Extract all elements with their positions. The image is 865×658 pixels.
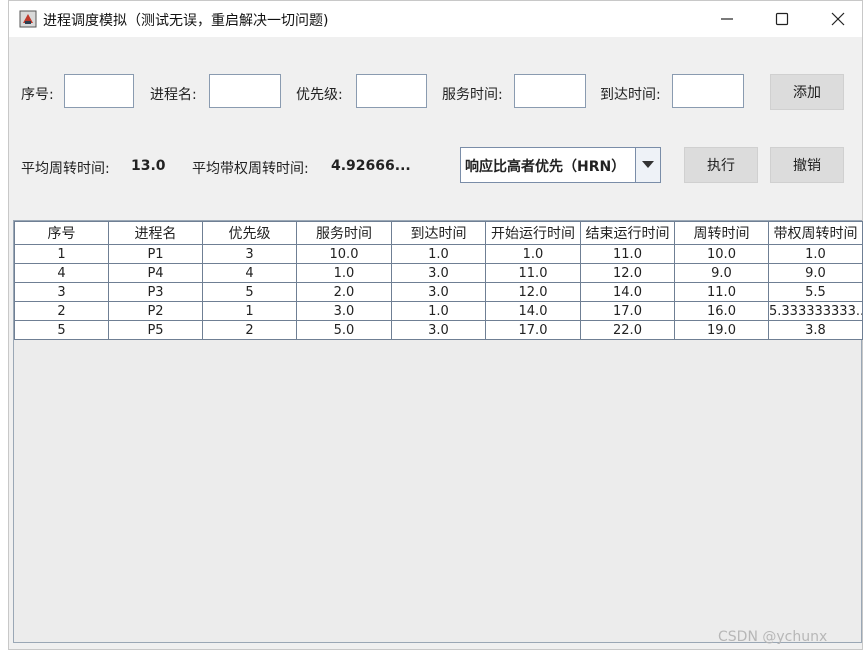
priority-input[interactable] — [356, 74, 427, 108]
dropdown-arrow-icon[interactable] — [635, 148, 660, 182]
table-cell[interactable]: 3.0 — [296, 301, 392, 321]
table-cell[interactable]: 11.0 — [674, 282, 769, 302]
table-cell[interactable]: 3.0 — [391, 282, 486, 302]
avg-weighted-turnaround-label: 平均带权周转时间: — [192, 161, 309, 177]
process-table-area: 序号 进程名 优先级 服务时间 到达时间 开始运行时间 结束运行时间 周转时间 … — [13, 220, 863, 643]
priority-label: 优先级: — [296, 87, 343, 103]
avg-turnaround-label: 平均周转时间: — [21, 161, 110, 177]
table-cell[interactable]: 22.0 — [580, 320, 675, 340]
close-button[interactable] — [815, 1, 861, 37]
table-cell[interactable]: 9.0 — [768, 263, 863, 283]
title-bar: 进程调度模拟（测试无误，重启解决一切问题) — [9, 1, 862, 37]
table-header-row: 序号 进程名 优先级 服务时间 到达时间 开始运行时间 结束运行时间 周转时间 … — [14, 221, 863, 245]
table-cell[interactable]: 1 — [202, 301, 297, 321]
col-header[interactable]: 开始运行时间 — [485, 221, 581, 245]
seq-input[interactable] — [64, 74, 134, 108]
seq-label: 序号: — [21, 87, 54, 103]
table-cell[interactable]: 1.0 — [296, 263, 392, 283]
table-cell[interactable]: 4 — [14, 263, 109, 283]
table-cell[interactable]: 12.0 — [580, 263, 675, 283]
maximize-icon — [775, 12, 789, 26]
table-cell[interactable]: 11.0 — [485, 263, 581, 283]
table-cell[interactable]: 17.0 — [580, 301, 675, 321]
table-row[interactable]: 1 P1 3 10.0 1.0 1.0 11.0 10.0 1.0 — [14, 244, 863, 264]
minimize-button[interactable] — [704, 1, 750, 37]
table-cell[interactable]: 17.0 — [485, 320, 581, 340]
undo-button[interactable]: 撤销 — [770, 147, 844, 183]
csdn-watermark: CSDN @ychunx — [718, 629, 828, 645]
table-row[interactable]: 5 P5 2 5.0 3.0 17.0 22.0 19.0 3.8 — [14, 320, 863, 340]
arrival-time-input[interactable] — [672, 74, 744, 108]
table-cell[interactable]: 1.0 — [485, 244, 581, 264]
table-cell[interactable]: P1 — [108, 244, 203, 264]
table-cell[interactable]: 3 — [202, 244, 297, 264]
process-table: 序号 进程名 优先级 服务时间 到达时间 开始运行时间 结束运行时间 周转时间 … — [14, 221, 863, 340]
table-cell[interactable]: 19.0 — [674, 320, 769, 340]
service-time-input[interactable] — [514, 74, 586, 108]
table-cell[interactable]: 11.0 — [580, 244, 675, 264]
col-header[interactable]: 带权周转时间 — [768, 221, 863, 245]
table-cell[interactable]: 5.0 — [296, 320, 392, 340]
table-cell[interactable]: 1.0 — [391, 301, 486, 321]
avg-turnaround-value: 13.0 — [131, 158, 166, 174]
col-header[interactable]: 服务时间 — [296, 221, 392, 245]
window-title: 进程调度模拟（测试无误，重启解决一切问题) — [43, 13, 329, 29]
arrival-time-label: 到达时间: — [600, 87, 661, 103]
table-row[interactable]: 2 P2 1 3.0 1.0 14.0 17.0 16.0 5.33333333… — [14, 301, 863, 321]
name-label: 进程名: — [150, 87, 197, 103]
avg-weighted-turnaround-value: 4.92666... — [331, 158, 411, 174]
table-cell[interactable]: 2 — [202, 320, 297, 340]
add-button[interactable]: 添加 — [770, 74, 844, 110]
table-row[interactable]: 3 P3 5 2.0 3.0 12.0 14.0 11.0 5.5 — [14, 282, 863, 302]
table-cell[interactable]: P3 — [108, 282, 203, 302]
table-cell[interactable]: 5 — [14, 320, 109, 340]
col-header[interactable]: 周转时间 — [674, 221, 769, 245]
table-cell[interactable]: 5.5 — [768, 282, 863, 302]
scheduler-select[interactable]: 响应比高者优先（HRN） — [460, 147, 661, 183]
table-cell[interactable]: 14.0 — [485, 301, 581, 321]
table-cell[interactable]: 12.0 — [485, 282, 581, 302]
table-cell[interactable]: 1 — [14, 244, 109, 264]
table-cell[interactable]: 9.0 — [674, 263, 769, 283]
table-cell[interactable]: 16.0 — [674, 301, 769, 321]
table-cell[interactable]: P2 — [108, 301, 203, 321]
col-header[interactable]: 优先级 — [202, 221, 297, 245]
minimize-icon — [721, 18, 733, 20]
table-cell[interactable]: 1.0 — [768, 244, 863, 264]
table-cell[interactable]: 3 — [14, 282, 109, 302]
table-cell[interactable]: 5.333333333... — [768, 301, 863, 321]
table-cell[interactable]: 3.0 — [391, 263, 486, 283]
table-cell[interactable]: 2.0 — [296, 282, 392, 302]
table-cell[interactable]: 2 — [14, 301, 109, 321]
table-cell[interactable]: 4 — [202, 263, 297, 283]
col-header[interactable]: 进程名 — [108, 221, 203, 245]
table-cell[interactable]: 5 — [202, 282, 297, 302]
table-cell[interactable]: 10.0 — [674, 244, 769, 264]
maximize-button[interactable] — [759, 1, 805, 37]
execute-button[interactable]: 执行 — [684, 147, 758, 183]
scheduler-selected-value: 响应比高者优先（HRN） — [465, 159, 626, 175]
table-cell[interactable]: 10.0 — [296, 244, 392, 264]
col-header[interactable]: 序号 — [14, 221, 109, 245]
app-window: 进程调度模拟（测试无误，重启解决一切问题) 序号: 进程名: 优先级: 服务时间… — [8, 0, 863, 650]
close-icon — [831, 12, 845, 26]
table-cell[interactable]: P5 — [108, 320, 203, 340]
service-time-label: 服务时间: — [442, 87, 503, 103]
col-header[interactable]: 结束运行时间 — [580, 221, 675, 245]
java-app-icon — [19, 10, 37, 28]
table-cell[interactable]: 3.8 — [768, 320, 863, 340]
table-cell[interactable]: 1.0 — [391, 244, 486, 264]
table-row[interactable]: 4 P4 4 1.0 3.0 11.0 12.0 9.0 9.0 — [14, 263, 863, 283]
table-cell[interactable]: 14.0 — [580, 282, 675, 302]
table-cell[interactable]: P4 — [108, 263, 203, 283]
name-input[interactable] — [209, 74, 281, 108]
table-cell[interactable]: 3.0 — [391, 320, 486, 340]
col-header[interactable]: 到达时间 — [391, 221, 486, 245]
